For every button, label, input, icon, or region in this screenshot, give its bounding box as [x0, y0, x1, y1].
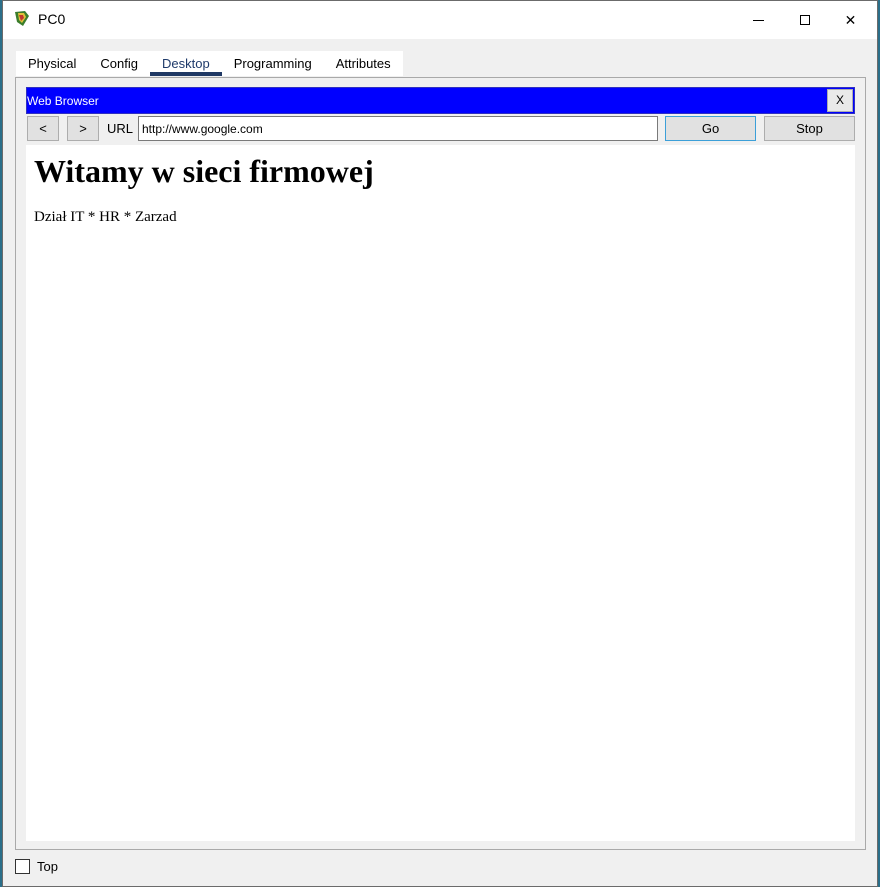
tab-programming[interactable]: Programming: [222, 51, 324, 76]
desktop-panel: Web Browser X < > URL Go Stop Witamy w s…: [15, 77, 866, 850]
close-icon: ✕: [844, 11, 857, 28]
web-browser-title-bar: Web Browser X: [26, 87, 855, 114]
close-button[interactable]: ✕: [828, 1, 873, 39]
minimize-icon: [753, 19, 764, 21]
go-button[interactable]: Go: [665, 116, 756, 141]
tab-physical[interactable]: Physical: [16, 51, 88, 76]
footer: Top: [15, 859, 58, 874]
browser-toolbar: < > URL Go Stop: [26, 116, 855, 142]
window-title: PC0: [38, 11, 66, 27]
page-text: Dział IT * HR * Zarzad: [34, 209, 177, 225]
page-heading: Witamy w sieci firmowej: [34, 153, 374, 189]
pc0-window: PC0 ✕ Physical Config Desktop Programmin…: [2, 0, 878, 887]
back-button[interactable]: <: [27, 116, 59, 141]
maximize-icon: [799, 15, 810, 25]
tab-config[interactable]: Config: [88, 51, 150, 76]
maximize-button[interactable]: [782, 1, 827, 39]
minimize-button[interactable]: [736, 1, 781, 39]
top-checkbox[interactable]: [15, 859, 30, 874]
url-input[interactable]: [138, 116, 658, 141]
web-browser-close-button[interactable]: X: [827, 89, 853, 112]
packet-tracer-pc-icon: [15, 11, 29, 26]
url-label: URL: [107, 121, 134, 136]
forward-button[interactable]: >: [67, 116, 99, 141]
top-label: Top: [37, 859, 58, 874]
web-browser-title: Web Browser: [27, 94, 99, 108]
stop-button[interactable]: Stop: [764, 116, 855, 141]
tab-desktop[interactable]: Desktop: [150, 51, 222, 76]
tab-attributes[interactable]: Attributes: [324, 51, 403, 76]
title-bar[interactable]: PC0 ✕: [3, 1, 877, 39]
browser-page-content: Witamy w sieci firmowej Dział IT * HR * …: [26, 145, 855, 841]
tab-bar: Physical Config Desktop Programming Attr…: [16, 51, 403, 76]
